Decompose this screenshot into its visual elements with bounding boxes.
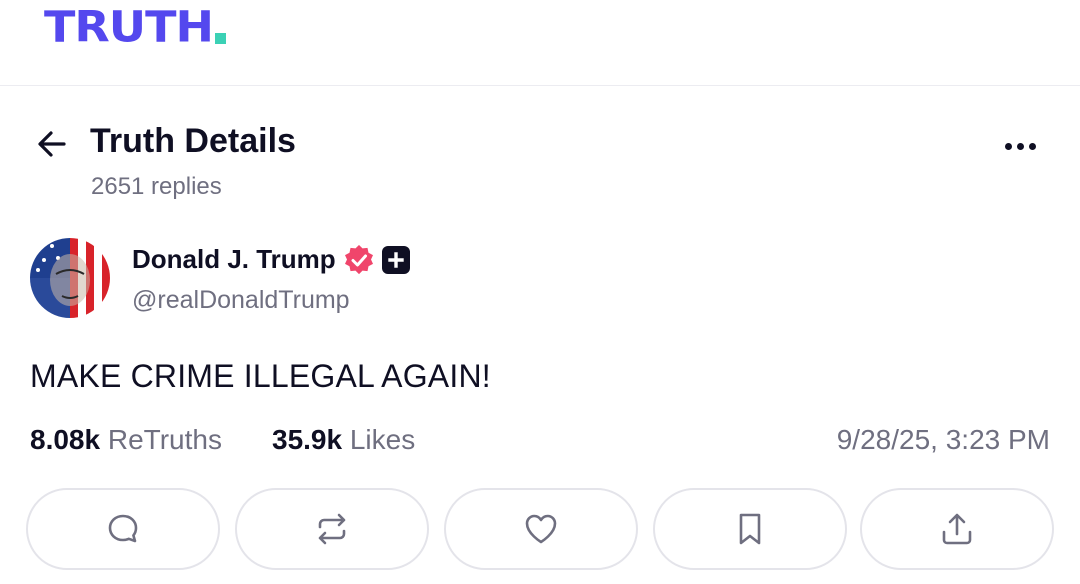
page-title: Truth Details <box>90 122 296 160</box>
author-handle[interactable]: @realDonaldTrump <box>132 286 350 315</box>
retruths-count: 8.08k <box>30 424 101 455</box>
avatar[interactable] <box>30 238 110 318</box>
more-options-button[interactable] <box>998 136 1042 156</box>
arrow-left-icon <box>38 131 66 157</box>
share-button[interactable] <box>860 488 1054 570</box>
post-author: Donald J. Trump @realDonaldTrump <box>30 238 1050 322</box>
retruth-button[interactable] <box>235 488 429 570</box>
likes-count: 35.9k <box>272 424 343 455</box>
back-button[interactable] <box>34 126 70 162</box>
author-name-row: Donald J. Trump <box>132 244 410 275</box>
plus-square-icon <box>381 245 410 274</box>
truth-logo[interactable]: TRUTH <box>44 2 227 52</box>
logo-text: TRUTH <box>44 2 214 52</box>
heart-icon <box>525 514 557 544</box>
bookmark-icon <box>739 513 761 545</box>
likes-stat[interactable]: 35.9k Likes <box>272 424 415 456</box>
post-stats: 8.08k ReTruths 35.9k Likes 9/28/25, 3:23… <box>30 424 1050 460</box>
more-horizontal-icon <box>1004 142 1012 150</box>
retruths-label: ReTruths <box>107 424 222 455</box>
retruths-stat[interactable]: 8.08k ReTruths <box>30 424 222 456</box>
author-name[interactable]: Donald J. Trump <box>132 244 336 275</box>
page-header: Truth Details 2651 replies <box>0 86 1080 216</box>
top-bar: TRUTH <box>0 0 1080 86</box>
post-text: MAKE CRIME ILLEGAL AGAIN! <box>30 358 491 394</box>
share-upload-icon <box>942 513 972 545</box>
bookmark-button[interactable] <box>653 488 847 570</box>
avatar-image <box>30 238 110 318</box>
action-bar <box>26 488 1054 572</box>
logo-dot <box>215 33 227 44</box>
comment-icon <box>108 514 138 543</box>
like-button[interactable] <box>444 488 638 570</box>
post-timestamp: 9/28/25, 3:23 PM <box>836 424 1050 455</box>
likes-label: Likes <box>349 424 416 455</box>
verified-badge-icon <box>344 244 373 274</box>
reply-count: 2651 replies <box>91 173 222 200</box>
repost-icon <box>318 513 346 545</box>
reply-button[interactable] <box>26 488 220 570</box>
